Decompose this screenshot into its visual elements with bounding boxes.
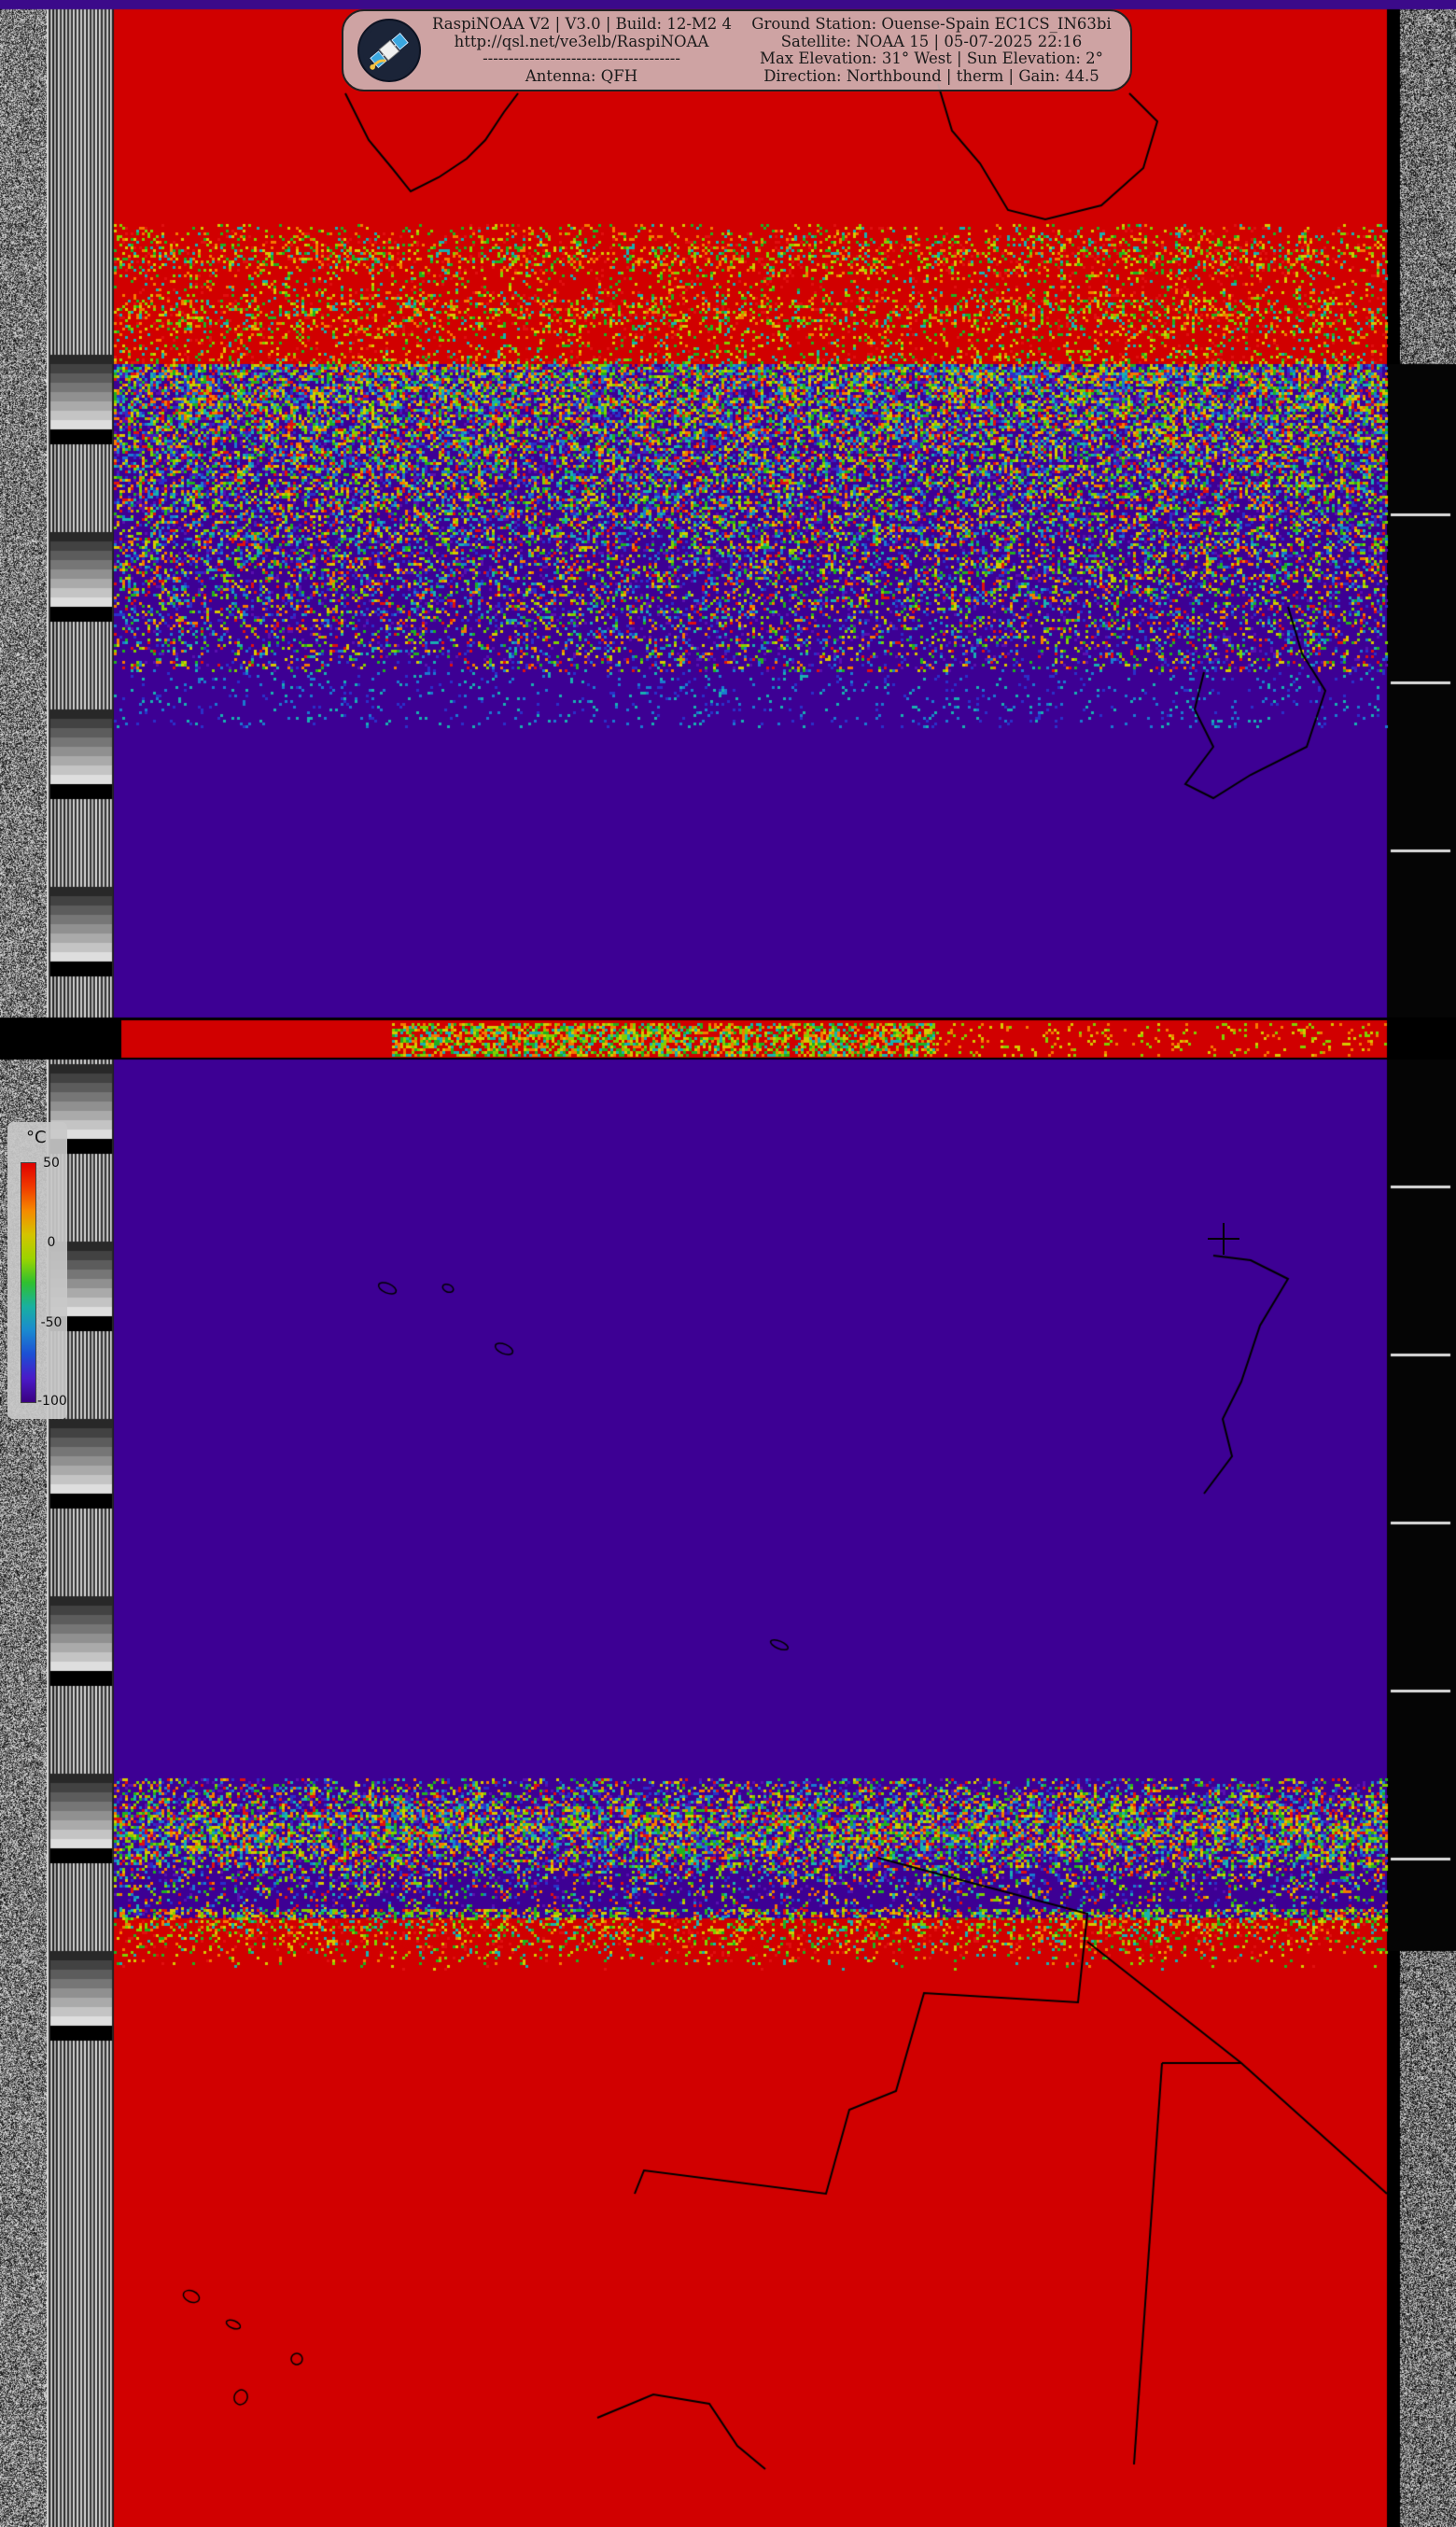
legend-unit: °C xyxy=(26,1128,47,1147)
legend-tick: -50 xyxy=(40,1315,63,1330)
temperature-legend: °C 50 0 -50 -100 xyxy=(7,1122,67,1419)
header-left-column: RaspiNOAA V2 | V3.0 | Build: 12-M2 4 htt… xyxy=(432,15,733,85)
separator-line: -------------------------------------- xyxy=(483,49,680,67)
antenna-info: Antenna: QFH xyxy=(525,66,638,85)
legend-color-bar xyxy=(21,1162,36,1403)
legend-tick: -100 xyxy=(37,1394,67,1409)
header-right-column: Ground Station: Ouense-Spain EC1CS_IN63b… xyxy=(735,15,1127,85)
thermal-image-canvas xyxy=(0,0,1456,2527)
direction-info: Direction: Northbound | therm | Gain: 44… xyxy=(763,66,1099,85)
satellite-image: RaspiNOAA V2 | V3.0 | Build: 12-M2 4 htt… xyxy=(0,0,1456,2527)
legend-tick: 50 xyxy=(43,1156,60,1171)
pass-info-header: RaspiNOAA V2 | V3.0 | Build: 12-M2 4 htt… xyxy=(342,9,1132,91)
software-version: RaspiNOAA V2 | V3.0 | Build: 12-M2 4 xyxy=(432,15,733,33)
satellite-info: Satellite: NOAA 15 | 05-07-2025 22:16 xyxy=(780,32,1083,50)
satellite-logo-icon xyxy=(357,19,421,82)
crosshair-icon xyxy=(1208,1223,1239,1255)
elevation-info: Max Elevation: 31° West | Sun Elevation:… xyxy=(760,49,1103,67)
project-url: http://qsl.net/ve3elb/RaspiNOAA xyxy=(454,32,709,50)
legend-tick: 0 xyxy=(47,1235,56,1250)
ground-station-info: Ground Station: Ouense-Spain EC1CS_IN63b… xyxy=(751,15,1112,33)
